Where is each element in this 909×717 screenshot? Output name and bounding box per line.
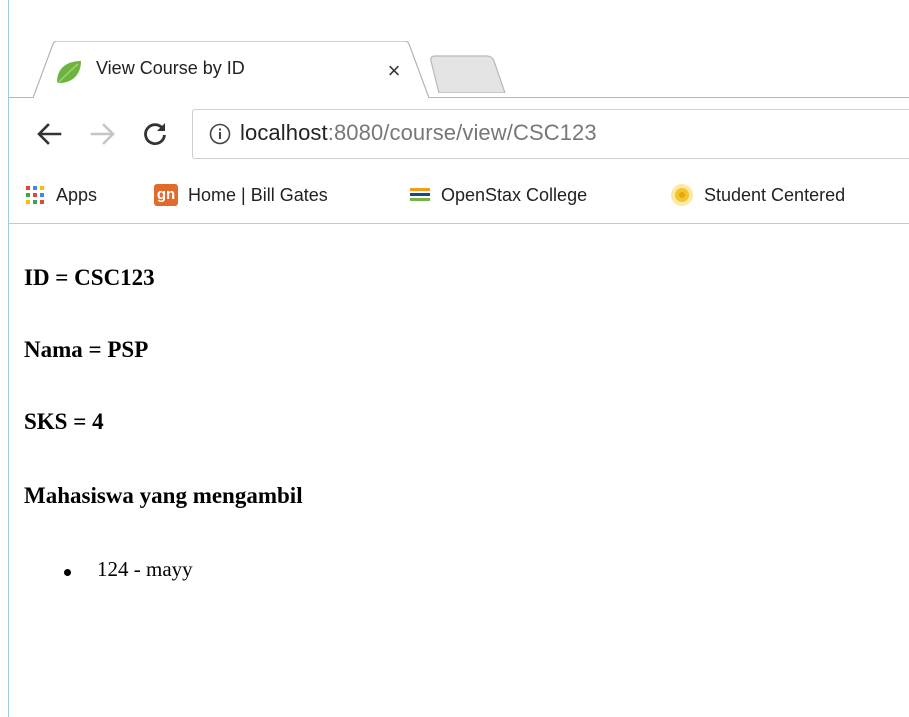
- back-button[interactable]: [31, 116, 67, 152]
- forward-button[interactable]: [85, 116, 121, 152]
- address-bar[interactable]: localhost:8080/course/view/CSC123: [192, 109, 909, 159]
- info-icon[interactable]: [209, 123, 231, 145]
- apps-grid-icon: [26, 186, 44, 204]
- reload-button[interactable]: [137, 116, 173, 152]
- bullet: [64, 569, 71, 576]
- bookmarks-bar: Apps gn Home | Bill Gates OpenStax Colle…: [9, 170, 909, 222]
- tab-title: View Course by ID: [96, 58, 245, 78]
- reload-icon: [144, 123, 166, 146]
- student-centered-icon: [671, 184, 693, 206]
- students-heading: Mahasiswa yang mengambil: [24, 483, 303, 508]
- bookmark-label: Student Centered: [704, 184, 846, 205]
- tab-close-icon[interactable]: ×: [383, 60, 405, 82]
- course-sks-heading: SKS = 4: [24, 409, 104, 434]
- bookmark-student-centered[interactable]: Student Centered: [670, 180, 845, 210]
- course-name-heading: Nama = PSP: [24, 337, 149, 362]
- openstax-books-icon: [410, 188, 430, 201]
- bookmark-apps[interactable]: Apps: [24, 180, 97, 210]
- bookmark-openstax-college[interactable]: OpenStax College: [409, 180, 587, 210]
- spring-leaf-icon: [57, 61, 81, 83]
- url-text[interactable]: localhost:8080/course/view/CSC123: [240, 120, 597, 146]
- tab-strip: View Course by ID ×: [9, 0, 909, 98]
- bookmark-label: Home | Bill Gates: [188, 184, 328, 205]
- back-arrow-icon: [37, 123, 62, 145]
- bookmark-label: Apps: [56, 184, 98, 205]
- url-path: :8080/course/view/CSC123: [327, 120, 597, 145]
- student-entry: 124 - mayy: [97, 557, 193, 581]
- bookmark-label: OpenStax College: [441, 184, 588, 205]
- bookmark-home-bill-gates[interactable]: gn Home | Bill Gates: [154, 180, 328, 210]
- list-item: 124 - mayy: [64, 557, 193, 582]
- course-id-heading: ID = CSC123: [24, 265, 155, 290]
- forward-arrow-icon: [90, 123, 115, 145]
- gn-icon: gn: [154, 184, 178, 206]
- browser-window: View Course by ID × localhost:8080/cours…: [0, 0, 909, 717]
- browser-chrome: View Course by ID × localhost:8080/cours…: [9, 0, 909, 224]
- url-host: localhost: [240, 120, 328, 145]
- student-list: 124 - mayy: [64, 557, 193, 582]
- new-tab-button[interactable]: [429, 53, 509, 93]
- toolbar: localhost:8080/course/view/CSC123: [9, 98, 909, 170]
